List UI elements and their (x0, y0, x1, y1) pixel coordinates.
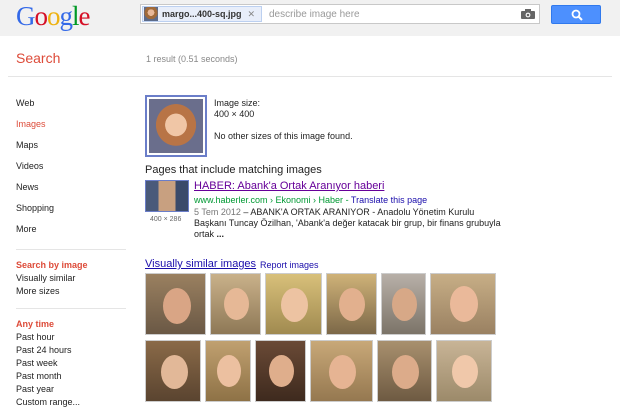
no-other-sizes-text: No other sizes of this image found. (214, 131, 353, 141)
similar-image[interactable] (381, 273, 426, 335)
result-stats: 1 result (0.51 seconds) (146, 54, 238, 64)
snippet-line-2: Başkanı Tuncay Özilhan, 'Abank'a değer k… (194, 218, 501, 228)
image-size-label: Image size: (214, 98, 261, 108)
query-image-chip[interactable]: margo...400-sq.jpg ✕ (142, 6, 262, 22)
search-input[interactable]: margo...400-sq.jpg ✕ describe image here (140, 4, 540, 24)
image-size-value: 400 × 400 (214, 109, 255, 119)
top-bar: Google margo...400-sq.jpg ✕ describe ima… (0, 0, 620, 36)
translate-link[interactable]: Translate this page (351, 195, 427, 205)
option-more-sizes[interactable]: More sizes (16, 286, 60, 296)
result-title-link[interactable]: HABER: Abank'a Ortak Aranıyor haberi (194, 180, 384, 192)
option-visually-similar[interactable]: Visually similar (16, 273, 75, 283)
similar-image[interactable] (255, 340, 306, 402)
result-url-text: www.haberler.com › Ekonomi › Haber (194, 195, 344, 205)
search-button[interactable] (551, 5, 601, 24)
result-snippet: 5 Tem 2012 – ABANK'A ORTAK ARANIYOR - An… (194, 207, 514, 240)
similar-image[interactable] (205, 340, 251, 402)
query-image-chip-thumbnail (144, 7, 158, 21)
visually-similar-heading[interactable]: Visually similar images (145, 258, 256, 270)
result-url: www.haberler.com › Ekonomi › Haber - Tra… (194, 195, 428, 205)
search-icon (571, 9, 583, 21)
google-logo[interactable]: Google (16, 1, 90, 31)
similar-image[interactable] (145, 340, 201, 402)
close-icon[interactable]: ✕ (248, 9, 256, 20)
option-past-week[interactable]: Past week (16, 358, 58, 368)
snippet-line-3: ortak (194, 229, 215, 239)
similar-image[interactable] (265, 273, 322, 335)
nav-item-more[interactable]: More (16, 224, 37, 234)
similar-image[interactable] (326, 273, 377, 335)
page-title: Search (16, 50, 61, 66)
nav-item-videos[interactable]: Videos (16, 161, 43, 171)
option-past-hour[interactable]: Past hour (16, 332, 55, 342)
matching-pages-heading: Pages that include matching images (145, 164, 322, 176)
search-by-image-title[interactable]: Search by image (16, 260, 88, 270)
snippet-ellipsis: ... (214, 229, 225, 239)
similar-image[interactable] (310, 340, 373, 402)
search-placeholder: describe image here (269, 9, 360, 20)
camera-icon[interactable] (521, 9, 535, 19)
sidebar-divider (16, 249, 126, 250)
nav-item-images[interactable]: Images (16, 119, 46, 129)
report-images-link[interactable]: Report images (260, 260, 319, 270)
query-image-thumbnail[interactable] (145, 95, 207, 157)
snippet-line-1: – ABANK'A ORTAK ARANIYOR - Anadolu Yönet… (240, 207, 475, 217)
option-past-month[interactable]: Past month (16, 371, 62, 381)
option-custom-range[interactable]: Custom range... (16, 397, 80, 407)
nav-item-maps[interactable]: Maps (16, 140, 38, 150)
nav-item-news[interactable]: News (16, 182, 39, 192)
sidebar-divider (16, 308, 126, 309)
similar-image[interactable] (436, 340, 492, 402)
similar-image[interactable] (145, 273, 206, 335)
option-past-year[interactable]: Past year (16, 384, 54, 394)
divider (8, 76, 612, 77)
similar-image[interactable] (430, 273, 496, 335)
similar-image[interactable] (210, 273, 261, 335)
option-past-24-hours[interactable]: Past 24 hours (16, 345, 72, 355)
nav-item-web[interactable]: Web (16, 98, 34, 108)
result-thumbnail[interactable] (145, 180, 189, 212)
result-thumbnail-size: 400 × 286 (150, 216, 182, 223)
query-image-filename: margo...400-sq.jpg (162, 9, 242, 19)
similar-image[interactable] (377, 340, 432, 402)
any-time-title[interactable]: Any time (16, 319, 54, 329)
result-date: 5 Tem 2012 (194, 207, 241, 217)
nav-item-shopping[interactable]: Shopping (16, 203, 54, 213)
